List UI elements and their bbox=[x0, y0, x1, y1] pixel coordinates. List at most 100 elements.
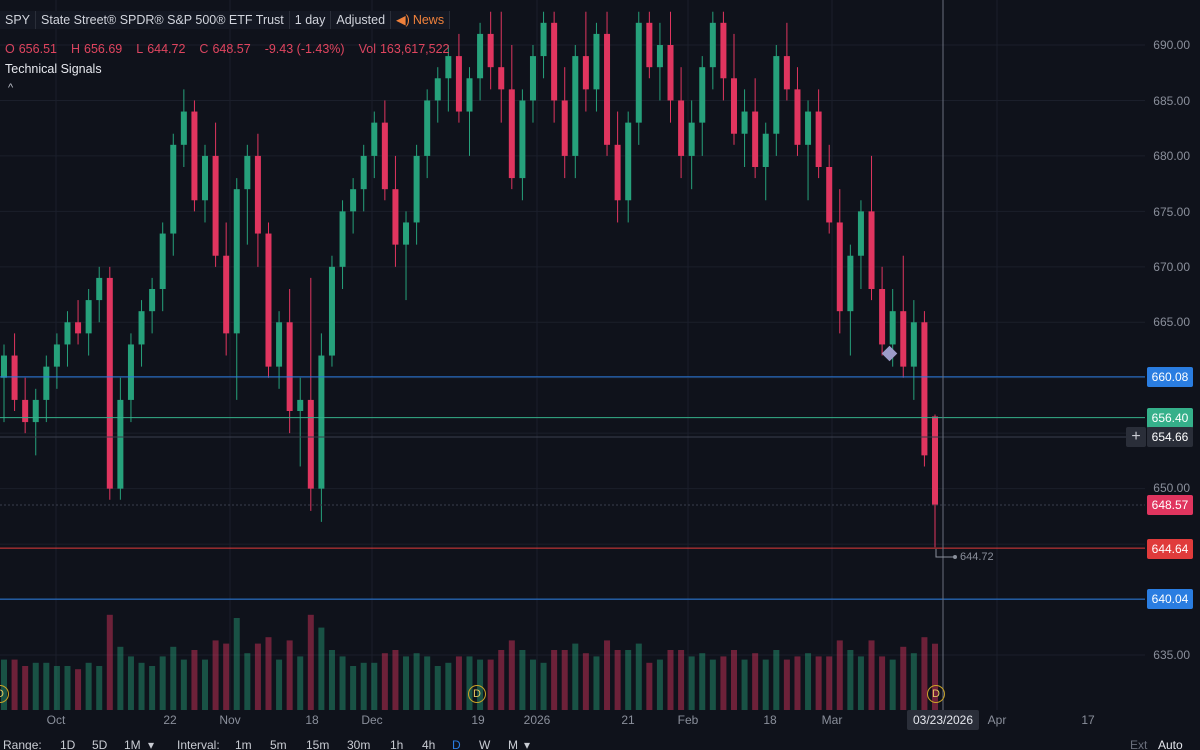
candle-body bbox=[1, 355, 7, 378]
price-tick: 690.00 bbox=[1153, 38, 1190, 52]
candle-body bbox=[350, 189, 357, 212]
time-label: Dec bbox=[361, 713, 383, 727]
volume-bar bbox=[22, 666, 29, 710]
volume-bar bbox=[392, 650, 399, 710]
symbol[interactable]: SPY bbox=[0, 11, 37, 29]
candle-body bbox=[688, 122, 695, 156]
dividend-marker[interactable]: D bbox=[468, 685, 486, 703]
time-label: Nov bbox=[219, 713, 241, 727]
candle-body bbox=[244, 155, 251, 190]
volume-bar bbox=[498, 650, 505, 710]
volume-bar bbox=[413, 653, 420, 710]
adjusted-toggle[interactable]: Adjusted bbox=[331, 11, 392, 29]
collapse-caret-icon[interactable]: ^ bbox=[8, 82, 13, 94]
volume-bar bbox=[805, 653, 812, 710]
low-value: 644.72 bbox=[147, 42, 186, 56]
range-dropdown-chevron-icon[interactable]: ▾ bbox=[148, 738, 154, 750]
volume-bar bbox=[656, 659, 663, 710]
candle-body bbox=[180, 111, 187, 145]
candle-body bbox=[22, 399, 29, 423]
candle-body bbox=[371, 122, 378, 156]
volume-bar bbox=[582, 653, 589, 710]
price-tick: 670.00 bbox=[1153, 260, 1190, 274]
news-label: News bbox=[412, 13, 445, 27]
candle-body bbox=[106, 277, 113, 489]
interval-30m[interactable]: 30m bbox=[347, 738, 370, 750]
auto-toggle[interactable]: Auto bbox=[1158, 738, 1183, 750]
volume-bar bbox=[297, 656, 304, 710]
candle-body bbox=[667, 45, 674, 101]
volume-bar bbox=[350, 666, 357, 710]
volume-bar bbox=[614, 650, 621, 710]
volume-bar bbox=[233, 618, 240, 710]
interval-dropdown-chevron-icon[interactable]: ▾ bbox=[524, 738, 530, 750]
open-value: 656.51 bbox=[18, 42, 57, 56]
volume-bar bbox=[244, 653, 251, 710]
candle-body bbox=[466, 78, 473, 112]
volume-bar bbox=[254, 643, 261, 710]
interval-15m[interactable]: 15m bbox=[306, 738, 329, 750]
candle-body bbox=[762, 133, 769, 167]
candle-body bbox=[381, 122, 388, 190]
candle-body bbox=[138, 311, 145, 345]
volume-bar bbox=[64, 666, 71, 710]
candle-body bbox=[656, 45, 663, 68]
candle-body bbox=[815, 111, 822, 167]
candle-body bbox=[900, 311, 907, 367]
range-1d[interactable]: 1D bbox=[60, 738, 75, 750]
time-label: 19 bbox=[471, 713, 485, 727]
candle-body bbox=[730, 78, 737, 134]
candle-body bbox=[910, 322, 917, 367]
candle-body bbox=[889, 311, 896, 345]
candle-body bbox=[836, 222, 843, 312]
candle-body bbox=[582, 56, 589, 90]
candle-body bbox=[149, 289, 156, 312]
footer-toolbar: Range: 1D 5D 1M ▾ Interval: 1m 5m 15m 30… bbox=[0, 738, 1200, 750]
candle-body bbox=[625, 122, 632, 201]
volume-bar bbox=[75, 669, 82, 710]
volume-bar bbox=[699, 653, 706, 710]
volume-bar bbox=[11, 659, 18, 710]
volume-bar bbox=[455, 656, 462, 710]
volume-bar bbox=[43, 662, 50, 710]
candle-body bbox=[403, 222, 410, 245]
dividend-marker[interactable]: D bbox=[927, 685, 945, 703]
interval-m[interactable]: M bbox=[508, 738, 518, 750]
low-marker-line bbox=[935, 549, 955, 558]
volume-bar bbox=[318, 627, 325, 710]
alert-diamond-icon bbox=[881, 345, 898, 362]
interval-1h[interactable]: 1h bbox=[390, 738, 403, 750]
interval-1m[interactable]: 1m bbox=[235, 738, 252, 750]
candle-body bbox=[318, 355, 325, 489]
news-button[interactable]: ◀) News bbox=[391, 11, 451, 29]
interval-5m[interactable]: 5m bbox=[270, 738, 287, 750]
volume-bar bbox=[646, 662, 653, 710]
candle-body bbox=[508, 89, 515, 179]
price-badge-green: 656.40 bbox=[1147, 408, 1193, 428]
low-label: L bbox=[136, 42, 144, 56]
candle-body bbox=[752, 111, 759, 167]
price-chart[interactable] bbox=[0, 0, 1145, 710]
ext-toggle[interactable]: Ext bbox=[1130, 738, 1147, 750]
volume-value: 163,617,522 bbox=[379, 42, 450, 56]
candle-body bbox=[53, 344, 60, 367]
interval-d[interactable]: D bbox=[452, 738, 461, 750]
time-label: Feb bbox=[677, 713, 699, 727]
range-1m[interactable]: 1M bbox=[124, 738, 141, 750]
indicator-label[interactable]: Technical Signals bbox=[5, 62, 102, 76]
time-label: 22 bbox=[163, 713, 177, 727]
volume-bar bbox=[529, 659, 536, 710]
interval-button[interactable]: 1 day bbox=[289, 11, 332, 29]
price-tick: 685.00 bbox=[1153, 94, 1190, 108]
interval-w[interactable]: W bbox=[479, 738, 490, 750]
volume-bar bbox=[328, 650, 335, 710]
volume-bar bbox=[815, 656, 822, 710]
volume-bar bbox=[85, 662, 92, 710]
volume-bar bbox=[688, 656, 695, 710]
volume-bar bbox=[720, 656, 727, 710]
range-5d[interactable]: 5D bbox=[92, 738, 107, 750]
add-level-plus-icon[interactable]: + bbox=[1126, 427, 1146, 447]
interval-4h[interactable]: 4h bbox=[422, 738, 435, 750]
candle-body bbox=[339, 211, 346, 267]
chart-header: SPY State Street® SPDR® S&P 500® ETF Tru… bbox=[0, 0, 1145, 40]
